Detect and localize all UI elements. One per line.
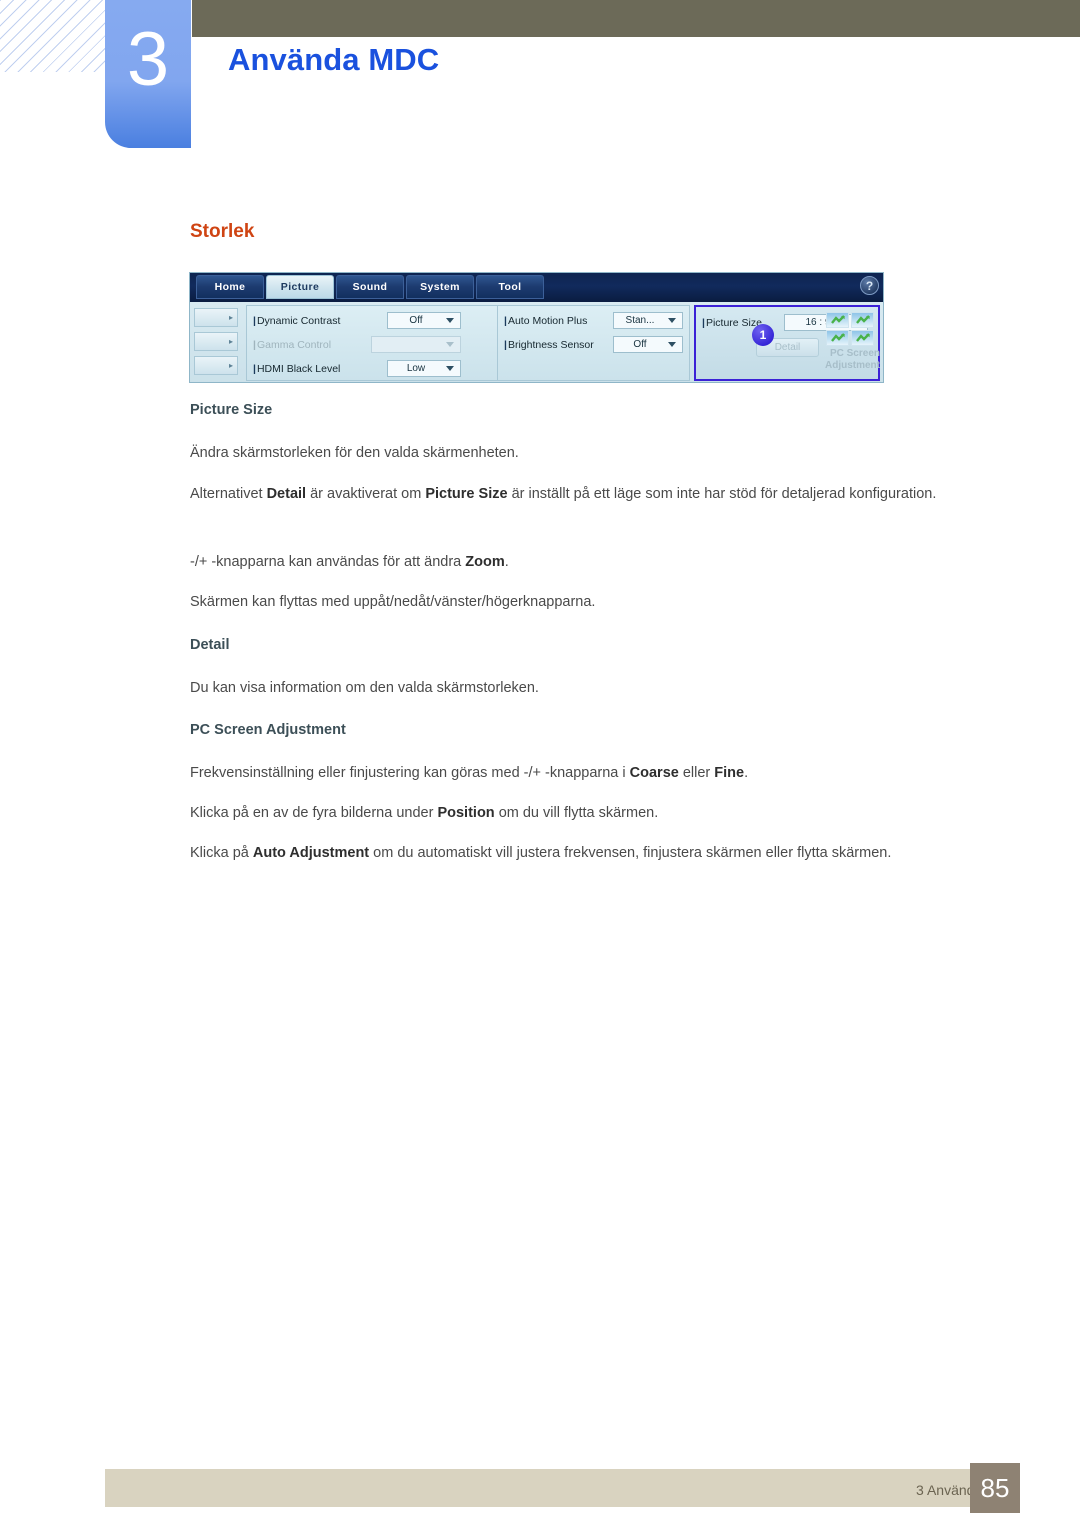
pcsa3-text-c: om du automatiskt vill justera frekvense… [369, 845, 892, 861]
mdc-titlebar: Home Picture Sound System Tool ? [190, 273, 883, 302]
dropdown-auto-motion-plus[interactable]: Stan... [613, 312, 683, 329]
position-tile-bottom-left[interactable] [826, 330, 849, 346]
arrow-up-right-icon [855, 315, 870, 324]
mdc-panel-column-b: |Auto Motion Plus Stan... |Brightness Se… [498, 305, 690, 381]
label-dynamic-contrast: |Dynamic Contrast [253, 315, 341, 327]
pcsa3-text-a: Klicka på [190, 845, 253, 861]
tab-sound[interactable]: Sound [336, 275, 404, 299]
dropdown-dynamic-contrast[interactable]: Off [387, 312, 461, 329]
paragraph-picture-size-2: Alternativet Detail är avaktiverat om Pi… [190, 478, 1000, 510]
paragraph-picture-size-4: Skärmen kan flyttas med uppåt/nedåt/väns… [190, 594, 596, 610]
page-number: 85 [970, 1463, 1020, 1513]
paragraph-picture-size-1: Ändra skärmstorleken för den valda skärm… [190, 445, 519, 461]
heading-picture-size: Picture Size [190, 402, 273, 418]
stub-button-2[interactable]: ▸ [194, 332, 238, 351]
arrow-down-left-icon [830, 333, 845, 342]
paragraph-picture-size-3: -/+ -knapparna kan användas för att ändr… [190, 546, 1000, 578]
field-dynamic-contrast: |Dynamic Contrast [253, 311, 340, 331]
ps2-text-c: är avaktiverat om [306, 486, 426, 502]
heading-pc-screen-adjustment: PC Screen Adjustment [190, 722, 346, 738]
mdc-panel-column-a: |Dynamic Contrast Off |Gamma Control |HD… [246, 305, 498, 381]
position-tile-top-left[interactable] [826, 312, 849, 328]
dropdown-auto-motion-plus-value: Stan... [625, 314, 655, 326]
heading-detail: Detail [190, 637, 230, 653]
ps2-text-a: Alternativet [190, 486, 267, 502]
paragraph-pcsa-2: Klicka på en av de fyra bilderna under P… [190, 797, 1000, 829]
tab-system[interactable]: System [406, 275, 474, 299]
pc-screen-adjustment-label: PC Screen Adjustment [808, 348, 880, 372]
manual-page: 3 Använda MDC Storlek Home Picture Sound… [0, 0, 1080, 1527]
label-brightness-sensor: |Brightness Sensor [504, 339, 594, 351]
mdc-app-screenshot: Home Picture Sound System Tool ? ▸ ▸ ▸ |… [189, 272, 884, 383]
chevron-down-icon [668, 318, 676, 323]
pcsa3-bold-auto-adjustment: Auto Adjustment [252, 845, 370, 861]
paragraph-pcsa-3: Klicka på Auto Adjustment om du automati… [190, 837, 1000, 869]
label-picture-size: |Picture Size [702, 317, 762, 329]
callout-badge-1: 1 [752, 324, 774, 346]
chevron-down-icon [668, 342, 676, 347]
paragraph-detail-1: Du kan visa information om den valda skä… [190, 680, 539, 696]
pcsa1-text-c: eller [678, 765, 715, 781]
dropdown-hdmi-black-level[interactable]: Low [387, 360, 461, 377]
tab-tool[interactable]: Tool [476, 275, 544, 299]
pcsa1-bold-coarse: Coarse [629, 765, 679, 781]
dropdown-brightness-sensor[interactable]: Off [613, 336, 683, 353]
mdc-picture-size-panel: |Picture Size 16 : 9 Detail PC Screen Ad… [694, 305, 880, 381]
chapter-number: 3 [126, 17, 170, 102]
pc-screen-adjustment-label-line1: PC Screen [829, 348, 880, 359]
help-icon[interactable]: ? [860, 276, 879, 295]
chevron-right-icon: ▸ [228, 360, 233, 370]
pcsa2-text-c: om du vill flytta skärmen. [494, 805, 659, 821]
arrow-down-right-icon [855, 333, 870, 342]
pcsa2-text-a: Klicka på en av de fyra bilderna under [190, 805, 438, 821]
footer-bar [105, 1469, 970, 1507]
mdc-left-stub-column: ▸ ▸ ▸ [194, 308, 238, 380]
ps3-text-c: . [504, 554, 509, 570]
paragraph-pcsa-1: Frekvensinställning eller finjustering k… [190, 757, 1000, 789]
tab-home[interactable]: Home [196, 275, 264, 299]
label-gamma-control: |Gamma Control [253, 339, 332, 351]
chevron-down-icon [446, 366, 454, 371]
ps2-bold-detail: Detail [266, 486, 307, 502]
chevron-down-icon [446, 342, 454, 347]
label-hdmi-black-level: |HDMI Black Level [253, 363, 341, 375]
hatch-decoration [0, 0, 108, 72]
pcsa1-text-e: . [744, 765, 749, 781]
ps2-text-e: är inställt på ett läge som inte har stö… [507, 486, 937, 502]
ps3-bold-zoom: Zoom [465, 554, 505, 570]
chevron-right-icon: ▸ [228, 336, 233, 346]
chevron-down-icon [446, 318, 454, 323]
pcsa1-text-a: Frekvensinställning eller finjustering k… [190, 765, 630, 781]
dropdown-gamma-control [371, 336, 461, 353]
pcsa2-bold-position: Position [437, 805, 495, 821]
chapter-number-badge: 3 [105, 0, 191, 148]
header-olive-bar [192, 0, 1080, 37]
position-tile-bottom-right[interactable] [851, 330, 874, 346]
pcsa1-bold-fine: Fine [714, 765, 745, 781]
mdc-tab-bar: Home Picture Sound System Tool [196, 275, 544, 299]
position-grid[interactable] [826, 312, 874, 346]
section-heading: Storlek [190, 221, 255, 242]
ps2-bold-picture-size: Picture Size [425, 486, 508, 502]
label-auto-motion-plus: |Auto Motion Plus [504, 315, 588, 327]
ps3-text-a: -/+ -knapparna kan användas för att ändr… [190, 554, 466, 570]
tab-picture[interactable]: Picture [266, 275, 334, 299]
dropdown-hdmi-black-level-value: Low [406, 362, 426, 374]
field-auto-motion-plus: |Auto Motion Plus [504, 311, 587, 331]
chevron-right-icon: ▸ [228, 312, 233, 322]
position-tile-top-right[interactable] [851, 312, 874, 328]
field-gamma-control: |Gamma Control [253, 335, 331, 355]
field-hdmi-black-level: |HDMI Black Level [253, 359, 340, 379]
stub-button-1[interactable]: ▸ [194, 308, 238, 327]
stub-button-3[interactable]: ▸ [194, 356, 238, 375]
field-brightness-sensor: |Brightness Sensor [504, 335, 594, 355]
arrow-up-left-icon [830, 315, 845, 324]
pc-screen-adjustment-label-line2: Adjustment [825, 360, 880, 371]
mdc-content-area: ▸ ▸ ▸ |Dynamic Contrast Off |Gamma Contr… [190, 302, 883, 382]
dropdown-brightness-sensor-value: Off [633, 338, 647, 350]
page-title: Använda MDC [228, 42, 440, 77]
dropdown-dynamic-contrast-value: Off [409, 314, 423, 326]
